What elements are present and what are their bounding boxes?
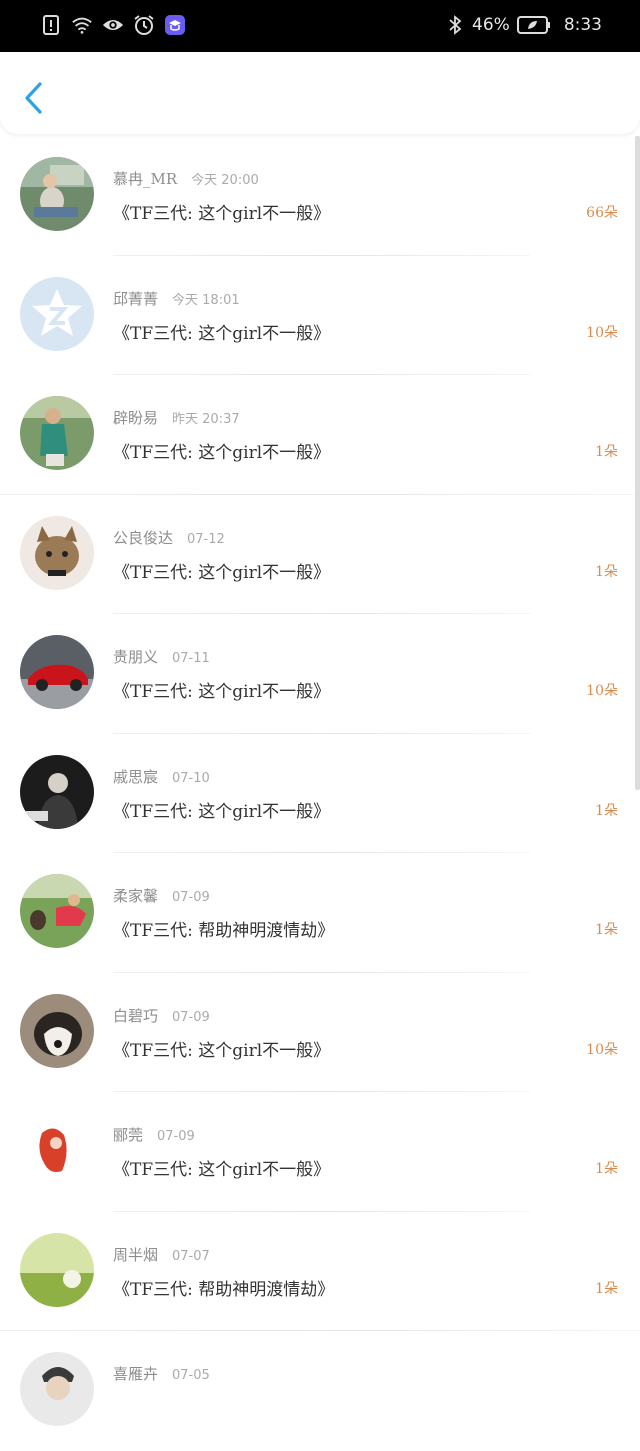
flower-count: 1朵: [595, 563, 618, 580]
sender-name: 邱菁菁 今天 18:01: [113, 289, 240, 308]
book-title: 《TF三代: 这个girl不一般》: [113, 682, 331, 702]
flower-gift-list: 慕冉_MR 今天 20:00 《TF三代: 这个girl不一般》 66朵 邱菁菁今…: [0, 136, 640, 1451]
list-item[interactable]: 郦莞 07-09 《TF三代: 这个girl不一般》 1朵: [0, 1092, 640, 1212]
avatar[interactable]: [20, 635, 94, 709]
sender-name: 戚思宸 07-10: [113, 767, 210, 786]
timestamp: 昨天 20:37: [172, 412, 240, 427]
battery-icon: [516, 14, 552, 36]
sender-name: 公良俊达 07-12: [113, 528, 225, 547]
flower-count: 10朵: [586, 324, 618, 341]
avatar[interactable]: [20, 754, 94, 829]
alert-icon: [40, 14, 62, 36]
book-title: 《TF三代: 帮助神明渡情劫》: [113, 1279, 335, 1300]
list-item[interactable]: 白碧巧 07-09 《TF三代: 这个girl不一般》 10朵: [0, 973, 640, 1092]
status-left-icons: [40, 14, 186, 36]
sender-name: 白碧巧 07-09: [113, 1006, 210, 1025]
timestamp: 07-09: [157, 1129, 195, 1144]
sender-name: 辟盼易 昨天 20:37: [113, 409, 240, 427]
scrollbar[interactable]: [635, 136, 640, 790]
status-bar: 46% 8:33: [0, 0, 640, 52]
avatar[interactable]: [20, 515, 94, 590]
flower-count: 66朵: [586, 205, 618, 221]
flower-count: 1朵: [595, 1161, 618, 1177]
header-bar: [0, 52, 640, 134]
flower-count: 10朵: [586, 683, 618, 699]
list-item[interactable]: 慕冉_MR 今天 20:00 《TF三代: 这个girl不一般》 66朵: [0, 136, 640, 256]
avatar[interactable]: [20, 1352, 94, 1426]
timestamp: 07-09: [172, 890, 210, 905]
avatar[interactable]: [20, 157, 94, 231]
book-title: 《TF三代: 这个girl不一般》: [113, 562, 331, 583]
avatar[interactable]: [20, 396, 94, 470]
avatar[interactable]: [20, 993, 94, 1068]
list-item[interactable]: 喜雁卉 07-05: [0, 1331, 640, 1451]
timestamp: 07-05: [172, 1368, 210, 1383]
timestamp: 07-07: [172, 1248, 210, 1264]
timestamp: 07-10: [172, 770, 210, 786]
sender-name: 周半烟 07-07: [113, 1245, 210, 1264]
flower-count: 10朵: [586, 1041, 618, 1058]
timestamp: 今天 20:00: [191, 173, 259, 188]
list-item[interactable]: 柔家馨 07-09 《TF三代: 帮助神明渡情劫》 1朵: [0, 853, 640, 973]
book-title: 《TF三代: 这个girl不一般》: [113, 323, 331, 344]
timestamp: 07-12: [187, 531, 225, 547]
bluetooth-icon: [444, 14, 466, 36]
timestamp: 今天 18:01: [172, 292, 240, 308]
sender-name: 贵朋义 07-11: [113, 648, 210, 666]
status-right: 46% 8:33: [444, 14, 602, 36]
flower-count: 1朵: [595, 444, 618, 460]
chevron-left-icon: [25, 82, 42, 114]
battery-percent: 46%: [472, 15, 510, 35]
flower-count: 1朵: [595, 802, 618, 819]
avatar[interactable]: [20, 1232, 94, 1307]
sender-name: 郦莞 07-09: [113, 1126, 195, 1144]
app-icon: [164, 14, 186, 36]
eye-icon: [102, 14, 124, 36]
back-button[interactable]: [20, 78, 50, 118]
timestamp: 07-09: [172, 1009, 210, 1025]
flower-count: 1朵: [595, 1280, 618, 1297]
flower-count: 1朵: [595, 922, 618, 938]
sender-name: 喜雁卉 07-05: [113, 1365, 210, 1383]
list-item[interactable]: 公良俊达 07-12 《TF三代: 这个girl不一般》 1朵: [0, 495, 640, 614]
alarm-icon: [133, 14, 155, 36]
sender-name: 慕冉_MR 今天 20:00: [113, 170, 259, 188]
wifi-icon: [71, 14, 93, 36]
avatar[interactable]: [20, 1113, 94, 1187]
book-title: 《TF三代: 帮助神明渡情劫》: [113, 921, 335, 941]
book-title: 《TF三代: 这个girl不一般》: [113, 1040, 331, 1061]
clock: 8:33: [563, 15, 602, 35]
book-title: 《TF三代: 这个girl不一般》: [113, 443, 331, 463]
sender-name: 柔家馨 07-09: [113, 887, 210, 905]
avatar[interactable]: [20, 276, 94, 351]
list-item[interactable]: 邱菁菁 今天 18:01 《TF三代: 这个girl不一般》 10朵: [0, 256, 640, 375]
avatar[interactable]: [20, 874, 94, 948]
timestamp: 07-11: [172, 651, 210, 666]
list-item[interactable]: 辟盼易 昨天 20:37 《TF三代: 这个girl不一般》 1朵: [0, 375, 640, 495]
book-title: 《TF三代: 这个girl不一般》: [113, 1160, 331, 1180]
list-item[interactable]: 周半烟 07-07 《TF三代: 帮助神明渡情劫》 1朵: [0, 1212, 640, 1331]
book-title: 《TF三代: 这个girl不一般》: [113, 801, 331, 822]
book-title: 《TF三代: 这个girl不一般》: [113, 204, 331, 224]
list-item[interactable]: 贵朋义 07-11 《TF三代: 这个girl不一般》 10朵: [0, 614, 640, 734]
list-item[interactable]: 戚思宸 07-10 《TF三代: 这个girl不一般》 1朵: [0, 734, 640, 853]
